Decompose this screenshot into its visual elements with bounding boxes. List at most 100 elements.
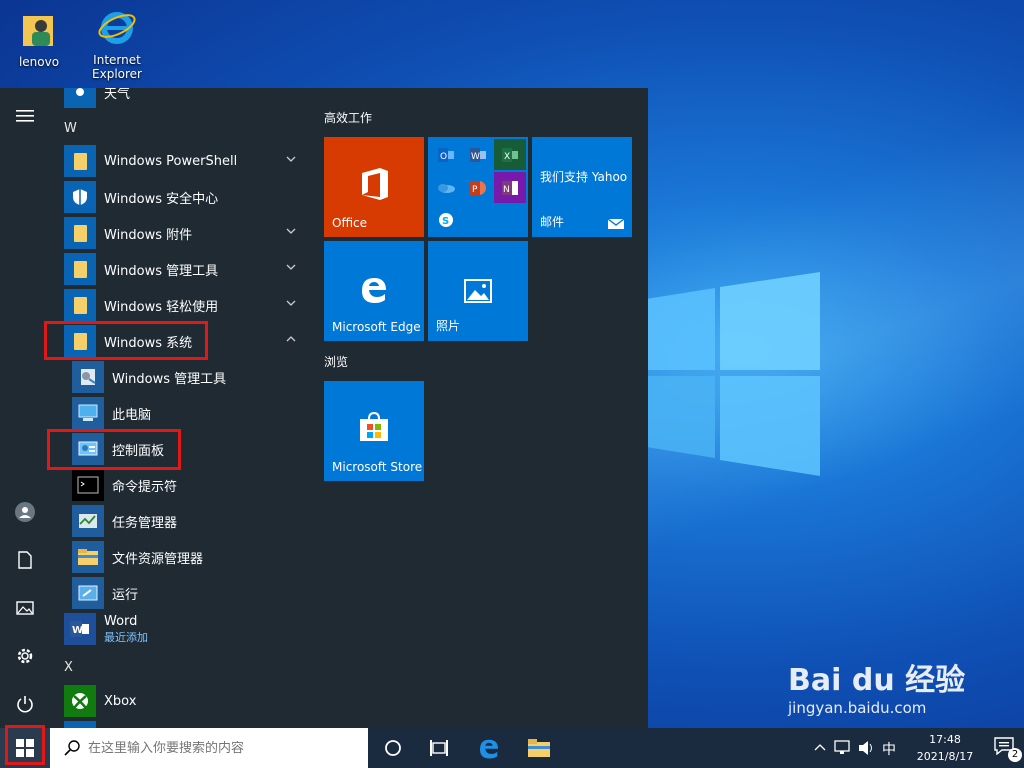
cortana-button[interactable] (370, 728, 416, 768)
list-item-weather[interactable]: 天气 (50, 88, 305, 110)
list-item-this-pc[interactable]: 此电脑 (50, 395, 305, 431)
app-label: Windows PowerShell (104, 153, 238, 169)
powerpoint-icon[interactable]: P (462, 172, 494, 203)
app-label: Xbox (104, 693, 137, 709)
action-center-button[interactable]: 2 (994, 737, 1022, 762)
desktop-icon-label: lenovo (18, 55, 60, 69)
app-label: Windows 轻松使用 (104, 299, 219, 315)
network-icon[interactable] (834, 740, 852, 756)
list-item-windows-admin-tools[interactable]: Windows 管理工具 (50, 251, 305, 287)
account-button[interactable] (0, 492, 50, 532)
hamburger-button[interactable] (0, 96, 50, 136)
app-label: Windows 管理工具 (104, 263, 219, 279)
tile-label: Microsoft Edge (332, 320, 421, 334)
onenote-icon[interactable]: N (494, 172, 526, 203)
computer-icon (72, 397, 104, 429)
svg-text:W: W (72, 625, 83, 636)
run-icon (72, 577, 104, 609)
taskbar-explorer-button[interactable] (516, 728, 562, 768)
svg-text:X: X (504, 152, 510, 162)
tile-group-title[interactable]: 高效工作 (324, 109, 372, 126)
pictures-button[interactable] (0, 588, 50, 628)
list-item-xbox[interactable]: Xbox (50, 683, 305, 719)
tile-photos[interactable]: 照片 (428, 241, 528, 341)
user-icon (15, 502, 35, 522)
tile-mail[interactable]: 我们支持 Yahoo 邮件 (532, 137, 632, 237)
search-input[interactable] (88, 740, 358, 756)
excel-icon[interactable]: X (494, 139, 526, 170)
tile-office[interactable]: Office (324, 137, 424, 237)
app-label: 此电脑 (112, 407, 152, 423)
baidu-watermark: Bai du 经验 jingyan.baidu.com (788, 655, 965, 717)
section-header-w[interactable]: W (64, 121, 77, 136)
task-view-button[interactable] (416, 728, 462, 768)
word-icon[interactable]: W (462, 139, 494, 170)
power-button[interactable] (0, 684, 50, 724)
edge-icon (362, 278, 386, 303)
desktop-icon-label: Internet Explorer (92, 53, 142, 81)
list-item-word[interactable]: W Word 最近添加 (50, 611, 305, 647)
list-item-partial[interactable] (50, 719, 305, 728)
list-item-file-explorer[interactable]: 文件资源管理器 (50, 539, 305, 575)
app-label: Windows 管理工具 (112, 371, 227, 387)
list-item-command-prompt[interactable]: 命令提示符 (50, 467, 305, 503)
list-item-task-manager[interactable]: 任务管理器 (50, 503, 305, 539)
app-icon (64, 721, 96, 728)
list-item-admin-tools-sub[interactable]: Windows 管理工具 (50, 359, 305, 395)
taskbar-search-box[interactable] (50, 728, 368, 768)
folder-icon (64, 217, 96, 249)
taskbar-clock[interactable]: 17:48 2021/8/17 (908, 731, 982, 765)
store-icon (360, 411, 388, 441)
clock-date: 2021/8/17 (916, 750, 974, 763)
desktop-icon-internet-explorer[interactable]: Internet Explorer (84, 6, 150, 81)
mail-tile-text: 我们支持 Yahoo (540, 170, 628, 184)
app-label: 文件资源管理器 (112, 551, 204, 567)
tile-office-apps-group[interactable]: O W X P N S (428, 137, 528, 237)
app-list: 天气 W Windows PowerShell Windows 安全中心 Win… (50, 88, 315, 728)
task-manager-icon (72, 505, 104, 537)
chevron-up-icon[interactable] (814, 742, 826, 752)
watermark-url: jingyan.baidu.com (788, 699, 927, 717)
word-label: Word (104, 613, 138, 629)
office-icon (362, 168, 388, 200)
list-item-windows-ease-of-access[interactable]: Windows 轻松使用 (50, 287, 305, 323)
tile-group-title[interactable]: 浏览 (324, 353, 348, 370)
onedrive-icon[interactable] (430, 172, 462, 203)
desktop-icon-lenovo[interactable]: lenovo (6, 8, 72, 69)
app-label: 天气 (104, 88, 131, 102)
highlight-box-start-button (5, 725, 45, 765)
tile-label: Office (332, 216, 368, 230)
tile-microsoft-store[interactable]: Microsoft Store (324, 381, 424, 481)
volume-icon[interactable] (858, 740, 876, 756)
hamburger-icon (16, 110, 34, 122)
svg-text:W: W (471, 152, 480, 162)
user-folder-icon (23, 16, 53, 46)
chevron-down-icon (286, 264, 296, 270)
folder-icon (64, 289, 96, 321)
power-icon (17, 696, 33, 713)
documents-button[interactable] (0, 540, 50, 580)
app-label: Windows 附件 (104, 227, 193, 243)
tile-area: 高效工作 Office O W X P N S 我们支持 Yahoo 邮件 Mi… (324, 88, 648, 728)
cmd-icon (72, 469, 104, 501)
tile-edge[interactable]: Microsoft Edge (324, 241, 424, 341)
list-item-run[interactable]: 运行 (50, 575, 305, 611)
section-header-x[interactable]: X (64, 660, 73, 675)
svg-text:N: N (503, 185, 510, 195)
explorer-icon (72, 541, 104, 573)
list-item-windows-security[interactable]: Windows 安全中心 (50, 179, 305, 215)
skype-icon[interactable]: S (430, 204, 462, 235)
xbox-icon (64, 685, 96, 717)
settings-button[interactable] (0, 636, 50, 676)
list-item-windows-accessories[interactable]: Windows 附件 (50, 215, 305, 251)
recently-added-label: 最近添加 (104, 630, 148, 644)
ime-indicator[interactable]: 中 (882, 739, 896, 759)
app-label: Word 最近添加 (104, 614, 148, 645)
outlook-icon[interactable]: O (430, 139, 462, 170)
taskbar-edge-button[interactable] (466, 728, 512, 768)
watermark-brand: Bai du 经验 (788, 663, 966, 698)
task-view-icon (430, 740, 448, 756)
list-item-windows-powershell[interactable]: Windows PowerShell (50, 143, 305, 179)
weather-icon (64, 88, 96, 108)
start-menu: 天气 W Windows PowerShell Windows 安全中心 Win… (0, 88, 648, 728)
